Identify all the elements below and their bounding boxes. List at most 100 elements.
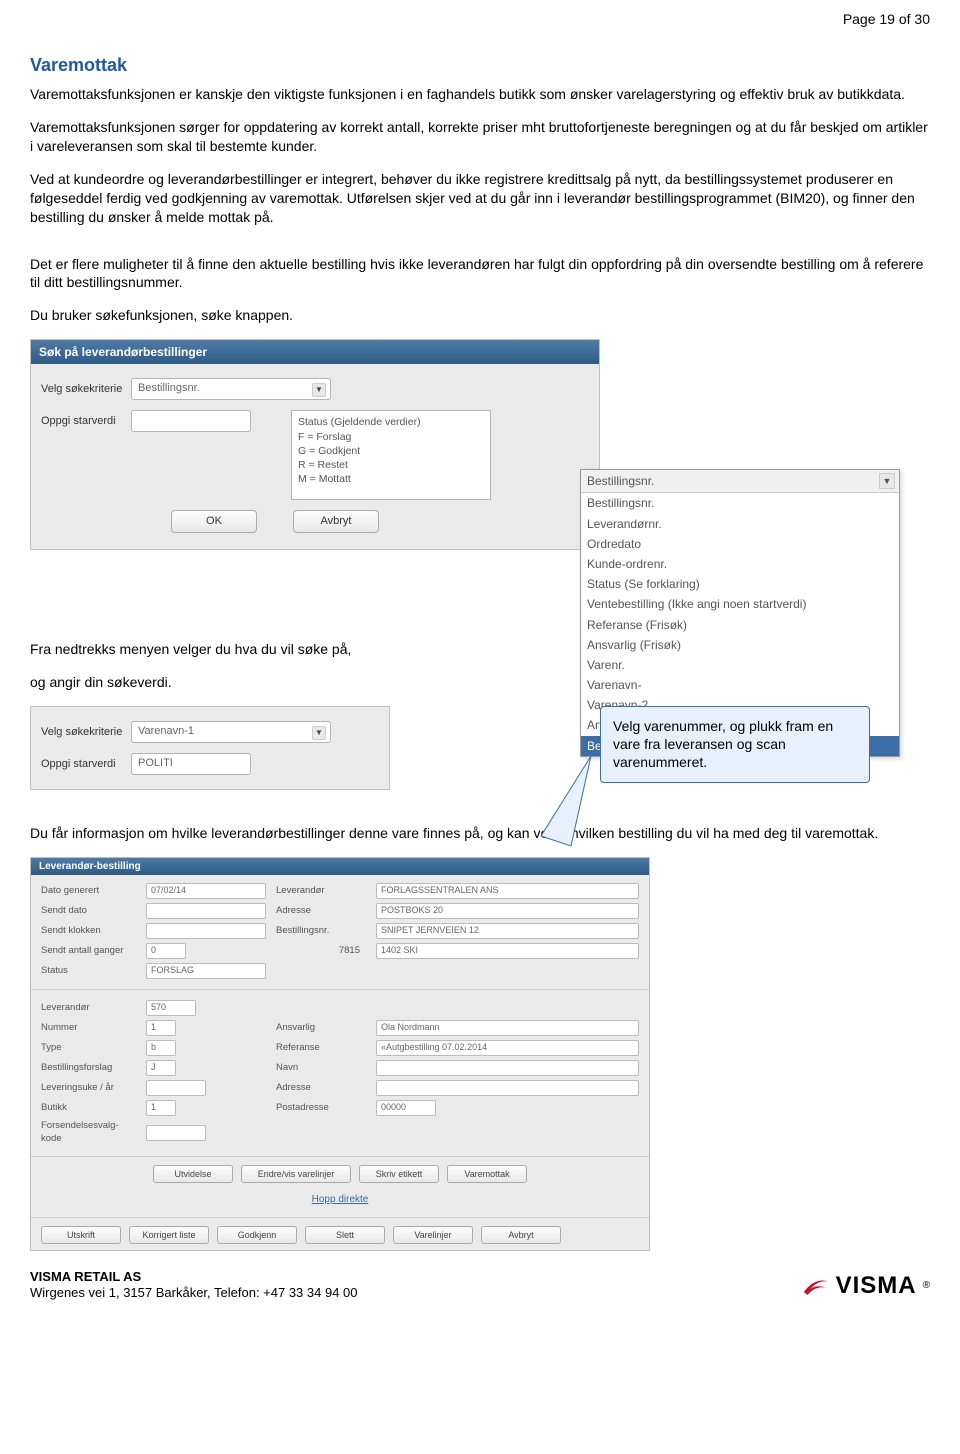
page-footer: VISMA RETAIL AS Wirgenes vei 1, 3157 Bar… (30, 1269, 930, 1303)
criteria-dropdown[interactable]: Bestillingsnr. ▼ (131, 378, 331, 400)
extension-button[interactable]: Utvidelse (153, 1165, 233, 1183)
company-address: Wirgenes vei 1, 3157 Barkåker, Telefon: … (30, 1285, 358, 1300)
corrected-list-button[interactable]: Korrigert liste (129, 1226, 209, 1244)
dropdown-option[interactable]: Ventebestilling (Ikke angi noen startver… (581, 594, 899, 614)
startvalue-label: Oppgi starverdi (41, 753, 131, 772)
field-label: Adresse (276, 1082, 366, 1095)
field-label: Leveringsuke / år (41, 1082, 136, 1095)
dropdown-option[interactable]: Leverandørnr. (581, 514, 899, 534)
startvalue-text: POLITI (138, 757, 173, 769)
paragraph: Du bruker søkefunksjonen, søke knappen. (30, 306, 930, 325)
chevron-down-icon: ▼ (312, 726, 326, 740)
criteria-value: Bestillingsnr. (138, 382, 200, 394)
dropdown-option[interactable]: Varenr. (581, 655, 899, 675)
field-label: Navn (276, 1062, 366, 1075)
proposal-input[interactable]: J (146, 1060, 176, 1076)
address-input[interactable]: POSTBOKS 20 (376, 903, 639, 919)
field-label: Butikk (41, 1102, 136, 1115)
chevron-down-icon: ▼ (879, 473, 895, 489)
ordernr-value: 7815 (276, 945, 366, 958)
paragraph: Varemottaksfunksjonen er kanskje den vik… (30, 85, 930, 104)
startvalue-label: Oppgi starverdi (41, 410, 131, 429)
address2-input[interactable]: SNIPET JERNVEIEN 12 (376, 923, 639, 939)
jump-link[interactable]: Hopp direkte (31, 1189, 649, 1215)
paragraph: Ved at kundeordre og leverandørbestillin… (30, 170, 930, 227)
order-form: Leverandør-bestilling Dato generert 07/0… (30, 857, 650, 1251)
search-dialog: Søk på leverandørbestillinger Velg søkek… (30, 339, 600, 550)
search-criteria-panel: Velg søkekriterie Varenavn-1 ▼ Oppgi sta… (30, 706, 390, 790)
field-label: Forsendelsesvalg-kode (41, 1120, 136, 1146)
cancel-button[interactable]: Avbryt (293, 510, 379, 533)
chevron-down-icon: ▼ (312, 383, 326, 397)
criteria-label: Velg søkekriterie (41, 378, 131, 397)
logo-text: VISMA (836, 1270, 917, 1302)
print-label-button[interactable]: Skriv etikett (359, 1165, 439, 1183)
swirl-icon (800, 1271, 830, 1301)
delivery-week-input[interactable] (146, 1080, 206, 1096)
dropdown-option[interactable]: Kunde-ordrenr. (581, 554, 899, 574)
sent-date-input[interactable] (146, 903, 266, 919)
approve-button[interactable]: Godkjenn (217, 1226, 297, 1244)
dropdown-header-text: Bestillingsnr. (587, 474, 654, 488)
field-label: Sendt dato (41, 905, 136, 918)
dropdown-selected: Bestillingsnr. ▼ (581, 470, 899, 493)
startvalue-input[interactable] (131, 410, 251, 432)
field-label: Sendt antall ganger (41, 945, 136, 958)
criteria-dropdown[interactable]: Varenavn-1 ▼ (131, 721, 331, 743)
page-number: Page 19 of 30 (30, 0, 930, 49)
supplier-input[interactable]: FORLAGSSENTRALEN ANS (376, 883, 639, 899)
number-input[interactable]: 1 (146, 1020, 176, 1036)
print-button[interactable]: Utskrift (41, 1226, 121, 1244)
field-label: Sendt klokken (41, 925, 136, 938)
dropdown-option[interactable]: Referanse (Frisøk) (581, 615, 899, 635)
edit-lines-button[interactable]: Endre/vis varelinjer (241, 1165, 351, 1183)
field-label: Referanse (276, 1042, 366, 1055)
status-legend: Status (Gjeldende verdier) F = Forslag G… (291, 410, 491, 500)
paragraph: Varemottaksfunksjonen sørger for oppdate… (30, 118, 930, 156)
field-label: Type (41, 1042, 136, 1055)
dropdown-option[interactable]: Ansvarlig (Frisøk) (581, 635, 899, 655)
visma-logo: VISMA ® (800, 1270, 930, 1302)
postaddr-input[interactable]: 00000 (376, 1100, 436, 1116)
field-label: Nummer (41, 1022, 136, 1035)
name-input[interactable] (376, 1060, 639, 1076)
dropdown-option[interactable]: Varenavn- (581, 675, 899, 695)
status-input[interactable]: FORSLAG (146, 963, 266, 979)
dropdown-option[interactable]: Ordredato (581, 534, 899, 554)
field-label: Postadresse (276, 1102, 366, 1115)
startvalue-input[interactable]: POLITI (131, 753, 251, 775)
cancel-button[interactable]: Avbryt (481, 1226, 561, 1244)
date-generated-input[interactable]: 07/02/14 (146, 883, 266, 899)
type-input[interactable]: b (146, 1040, 176, 1056)
criteria-value: Varenavn-1 (138, 725, 194, 737)
registered-icon: ® (923, 1279, 930, 1293)
goods-receipt-button[interactable]: Varemottak (447, 1165, 527, 1183)
supplier-id-input[interactable]: 570 (146, 1000, 196, 1016)
delete-button[interactable]: Slett (305, 1226, 385, 1244)
responsible-input[interactable]: Ola Nordmann (376, 1020, 639, 1036)
field-label: Status (41, 965, 136, 978)
callout-tip: Velg varenummer, og plukk fram en vare f… (600, 706, 870, 783)
criteria-label: Velg søkekriterie (41, 721, 131, 740)
postal-input[interactable]: 1402 SKI (376, 943, 639, 959)
field-label: Bestillingsforslag (41, 1062, 136, 1075)
paragraph: Det er flere muligheter til å finne den … (30, 255, 930, 293)
company-name: VISMA RETAIL AS (30, 1269, 141, 1284)
lines-button[interactable]: Varelinjer (393, 1226, 473, 1244)
dropdown-option[interactable]: Bestillingsnr. (581, 493, 899, 513)
field-label: Adresse (276, 905, 366, 918)
sent-count-input[interactable]: 0 (146, 943, 186, 959)
ok-button[interactable]: OK (171, 510, 257, 533)
field-label: Bestillingsnr. (276, 925, 366, 938)
field-label: Ansvarlig (276, 1022, 366, 1035)
sent-time-input[interactable] (146, 923, 266, 939)
field-label: Leverandør (41, 1002, 136, 1015)
reference-input[interactable]: «Autgbestilling 07.02.2014 (376, 1040, 639, 1056)
shipping-code-input[interactable] (146, 1125, 206, 1141)
dialog-title: Søk på leverandørbestillinger (31, 340, 599, 364)
paragraph: Du får informasjon om hvilke leverandørb… (30, 824, 930, 843)
dropdown-option[interactable]: Status (Se forklaring) (581, 574, 899, 594)
store-input[interactable]: 1 (146, 1100, 176, 1116)
section-title: Varemottak (30, 53, 930, 77)
addr2-input[interactable] (376, 1080, 639, 1096)
